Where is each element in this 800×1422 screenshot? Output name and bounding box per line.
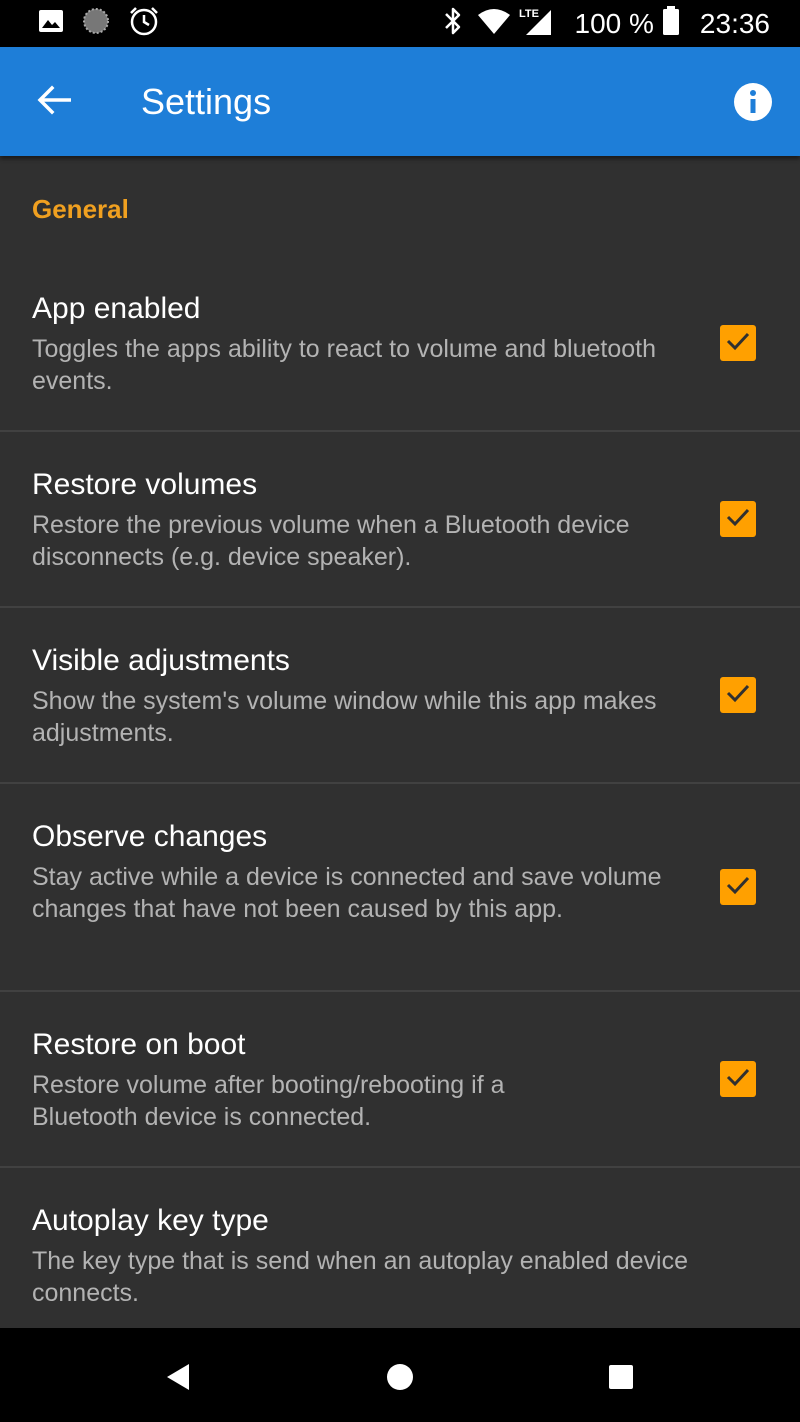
wifi-icon xyxy=(477,7,511,40)
loading-icon xyxy=(82,7,110,40)
battery-percentage: 100 % xyxy=(574,7,654,39)
check-icon xyxy=(724,327,752,360)
pref-title: App enabled xyxy=(32,292,201,325)
pref-summary: Stay active while a device is connected … xyxy=(32,863,662,923)
section-header-general: General xyxy=(32,194,129,224)
settings-list[interactable]: General App enabled Toggles the apps abi… xyxy=(0,156,800,1328)
image-icon xyxy=(38,9,64,38)
checkbox-observe-changes[interactable] xyxy=(720,869,756,905)
pref-restore-on-boot[interactable]: Restore on boot Restore volume after boo… xyxy=(0,992,800,1166)
alarm-icon xyxy=(128,5,160,42)
checkbox-restore-on-boot[interactable] xyxy=(720,1061,756,1097)
pref-autoplay-key-type[interactable]: Autoplay key type The key type that is s… xyxy=(0,1168,800,1328)
arrow-back-icon xyxy=(37,85,72,120)
pref-observe-changes[interactable]: Observe changes Stay active while a devi… xyxy=(0,784,800,990)
checkbox-app-enabled[interactable] xyxy=(720,325,756,361)
nav-back-icon[interactable] xyxy=(165,1362,191,1397)
nav-recents-icon[interactable] xyxy=(609,1365,633,1389)
app-bar: Settings xyxy=(0,47,800,156)
clock: 23:36 xyxy=(699,7,770,39)
back-button[interactable] xyxy=(30,79,78,125)
checkbox-restore-volumes[interactable] xyxy=(720,501,756,537)
pref-title: Visible adjustments xyxy=(32,644,290,677)
network-type: LTE xyxy=(519,8,539,20)
pref-title: Observe changes xyxy=(32,820,268,853)
pref-restore-volumes[interactable]: Restore volumes Restore the previous vol… xyxy=(0,432,800,606)
signal-icon: LTE xyxy=(519,6,553,41)
check-icon xyxy=(724,503,752,536)
pref-summary: Restore volume after booting/rebooting i… xyxy=(32,1071,505,1131)
navigation-bar xyxy=(0,1328,800,1422)
pref-summary: The key type that is send when an autopl… xyxy=(32,1247,688,1307)
check-icon xyxy=(724,679,752,712)
page-title: Settings xyxy=(141,81,272,122)
status-bar: LTE 100 % 23:36 xyxy=(0,0,800,47)
pref-visible-adjustments[interactable]: Visible adjustments Show the system's vo… xyxy=(0,608,800,782)
pref-summary: Restore the previous volume when a Bluet… xyxy=(32,511,630,571)
pref-app-enabled[interactable]: App enabled Toggles the apps ability to … xyxy=(0,256,800,430)
bluetooth-icon xyxy=(443,6,463,41)
pref-title: Restore on boot xyxy=(32,1028,246,1061)
nav-home-icon[interactable] xyxy=(387,1364,413,1390)
pref-title: Autoplay key type xyxy=(32,1204,269,1237)
info-button[interactable] xyxy=(730,79,776,125)
check-icon xyxy=(724,1063,752,1096)
checkbox-visible-adjustments[interactable] xyxy=(720,677,756,713)
info-icon xyxy=(730,83,776,129)
pref-title: Restore volumes xyxy=(32,468,258,501)
status-bar-notifications xyxy=(38,5,160,42)
check-icon xyxy=(724,871,752,904)
pref-summary: Show the system's volume window while th… xyxy=(32,687,657,747)
pref-summary: Toggles the apps ability to react to vol… xyxy=(32,335,657,395)
battery-icon xyxy=(662,6,680,41)
status-bar-system: LTE 100 % 23:36 xyxy=(443,6,770,41)
